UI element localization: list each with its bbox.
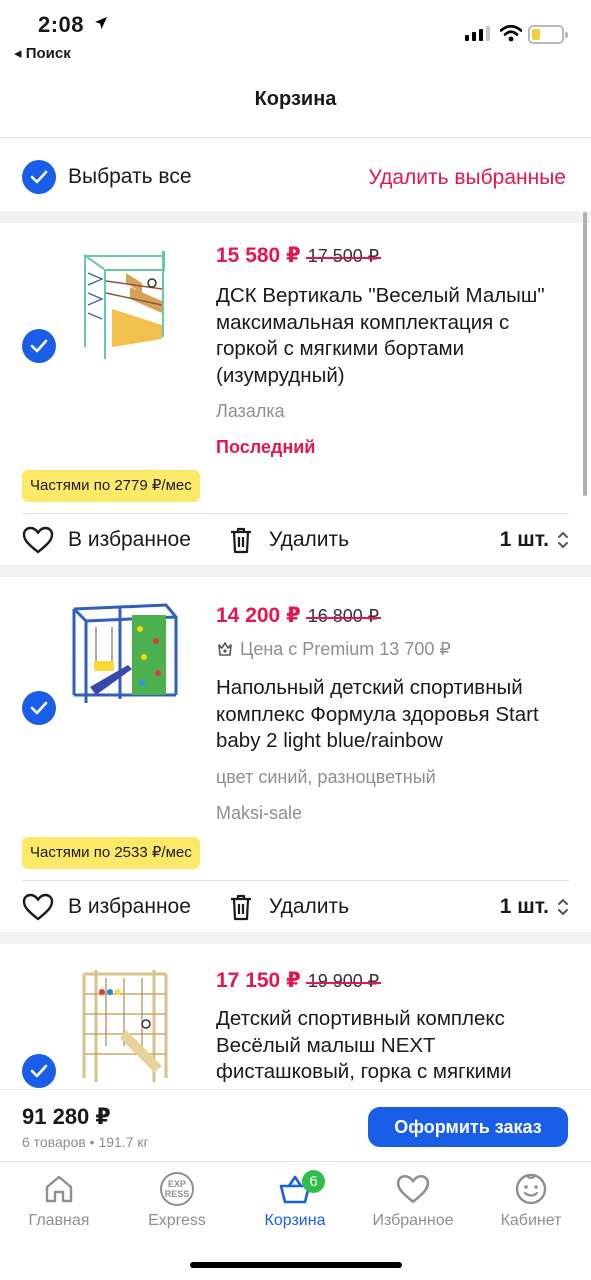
location-arrow-icon [95, 17, 107, 29]
item-actions: В избранное Удалить 1 шт. [22, 882, 569, 932]
item-actions: В избранное Удалить 1 шт. [22, 515, 569, 565]
cart-item: 17 150 ₽ 19 900 ₽ Детский спортивный ком… [0, 944, 591, 1089]
heart-icon [22, 526, 54, 554]
tab-cart[interactable]: 6 Корзина [236, 1170, 354, 1230]
delete-item-button[interactable]: Удалить [229, 526, 349, 554]
installment-badge[interactable]: Частями по 2779 ₽/мес [22, 470, 200, 502]
product-category: Лазалка [216, 401, 285, 421]
item-checkbox[interactable] [22, 1054, 56, 1088]
header-divider [0, 137, 591, 138]
item-checkbox[interactable] [22, 691, 56, 725]
delete-label: Удалить [268, 528, 350, 551]
delete-selected-button[interactable]: Удалить выбранные [368, 166, 566, 190]
old-price: 16 800 ₽ [305, 606, 381, 626]
premium-price: Цена с Premium 13 700 ₽ [216, 639, 451, 660]
tab-label: Избранное [372, 1212, 454, 1229]
favorites-label: В избранное [68, 528, 191, 551]
section-gap [0, 932, 591, 944]
product-title[interactable]: Напольный детский спортивный комплекс Фо… [216, 675, 571, 755]
favorites-label: В избранное [68, 895, 191, 918]
status-time: 2:08 [38, 12, 85, 37]
express-icon: EXP RESS [160, 1172, 194, 1206]
quantity-selector[interactable]: 1 шт. [500, 528, 569, 552]
cellular-signal-icon [465, 26, 490, 41]
tab-account[interactable]: Кабинет [472, 1170, 590, 1230]
tab-label: Express [148, 1212, 206, 1229]
add-to-favorites-button[interactable]: В избранное [22, 526, 191, 554]
product-title[interactable]: Детский спортивный комплекс Весёлый малы… [216, 1006, 571, 1086]
checkmark-icon [30, 339, 48, 353]
price-row: 15 580 ₽ 17 500 ₽ [216, 243, 381, 268]
product-image[interactable] [66, 599, 184, 717]
section-gap [0, 211, 591, 223]
tab-express[interactable]: EXP RESS Express [118, 1170, 236, 1230]
order-summary-bar: 91 280 ₽ 6 товаров • 191.7 кг Оформить з… [0, 1089, 591, 1161]
item-divider [22, 880, 569, 881]
checkmark-icon [30, 1064, 48, 1078]
tab-home[interactable]: Главная [0, 1170, 118, 1230]
chevron-up-down-icon [558, 531, 568, 549]
premium-crown-icon [218, 641, 232, 656]
seller-name[interactable]: Maksi-sale [216, 803, 302, 824]
tab-favorites[interactable]: Избранное [354, 1170, 472, 1230]
premium-price-label: Цена с Premium 13 700 ₽ [240, 639, 451, 659]
last-item-badge: Последний [216, 437, 316, 457]
add-to-favorites-button[interactable]: В избранное [22, 893, 191, 921]
order-items-weight: 6 товаров • 191.7 кг [22, 1134, 149, 1150]
heart-icon [22, 893, 54, 921]
cart-count-badge: 6 [302, 1170, 325, 1193]
select-all-checkbox[interactable] [22, 160, 56, 194]
chevron-up-down-icon [558, 898, 568, 916]
wifi-icon [500, 24, 522, 42]
current-price: 15 580 ₽ [216, 244, 301, 267]
price-row: 17 150 ₽ 19 900 ₽ [216, 968, 381, 993]
trash-icon [230, 527, 251, 554]
checkmark-icon [30, 701, 48, 715]
price-row: 14 200 ₽ 16 800 ₽ [216, 603, 381, 628]
item-divider [22, 513, 569, 514]
select-all-label: Выбрать все [68, 165, 192, 188]
current-price: 17 150 ₽ [216, 969, 301, 992]
tab-label: Кабинет [500, 1212, 562, 1229]
product-title[interactable]: ДСК Вертикаль "Веселый Малыш" максимальн… [216, 283, 571, 389]
heart-icon [396, 1174, 430, 1204]
section-gap [0, 565, 591, 577]
status-bar: 2:08 ◂ Поиск [0, 0, 591, 70]
quantity-value: 1 шт. [499, 895, 549, 918]
home-icon [45, 1175, 73, 1203]
select-all-row[interactable]: Выбрать все [22, 160, 192, 194]
installment-badge[interactable]: Частями по 2533 ₽/мес [22, 837, 200, 869]
tab-label: Главная [28, 1212, 90, 1229]
old-price: 17 500 ₽ [305, 246, 381, 266]
smile-icon [515, 1173, 547, 1205]
trash-icon [230, 894, 251, 921]
back-to-search-link[interactable]: ◂ Поиск [14, 44, 71, 62]
battery-icon [528, 25, 568, 44]
product-image[interactable] [66, 966, 184, 1084]
express-icon-text-bottom: RESS [165, 1189, 190, 1199]
item-checkbox[interactable] [22, 329, 56, 363]
home-indicator[interactable] [190, 1262, 402, 1268]
express-icon-text-top: EXP [168, 1179, 186, 1189]
page-title: Корзина [254, 88, 337, 110]
tab-label: Корзина [264, 1212, 326, 1229]
delete-item-button[interactable]: Удалить [229, 893, 349, 921]
checkmark-icon [30, 170, 48, 184]
old-price: 19 900 ₽ [305, 971, 381, 991]
quantity-selector[interactable]: 1 шт. [500, 895, 569, 919]
product-color: цвет синий, разноцветный [216, 767, 436, 787]
scrollbar[interactable] [583, 212, 587, 496]
current-price: 14 200 ₽ [216, 604, 301, 627]
order-total: 91 280 ₽ [22, 1104, 111, 1129]
product-image[interactable] [66, 243, 184, 361]
checkout-button[interactable]: Оформить заказ [368, 1107, 568, 1147]
quantity-value: 1 шт. [499, 528, 549, 551]
delete-label: Удалить [268, 895, 350, 918]
